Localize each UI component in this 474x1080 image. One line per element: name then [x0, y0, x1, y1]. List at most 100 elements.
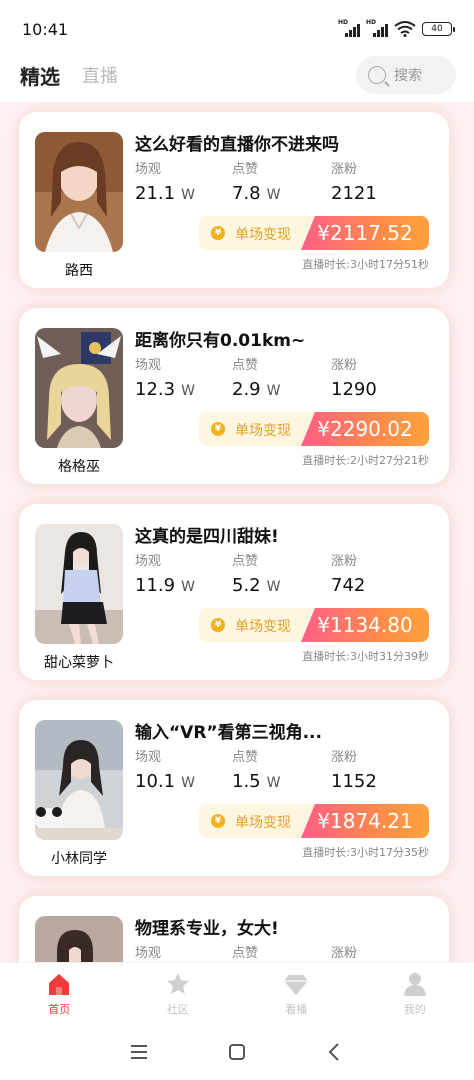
signal-icon: HD [338, 19, 360, 37]
card-title: 这真的是四川甜妹! [135, 527, 279, 547]
bottom-tab-bar: 首页 社区 看播 我的 [0, 962, 474, 1024]
tab-watch[interactable]: 看播 [256, 971, 336, 1017]
top-nav: 精选 直播 搜索 [0, 52, 474, 98]
stat-views: 场观 10.1 W [135, 746, 195, 792]
monetize-bar: ¥ 单场变现 ¥2117.52 [199, 216, 429, 250]
stat-value: 1.5 [232, 771, 261, 792]
monetize-bar: ¥ 单场变现 ¥1874.21 [199, 804, 429, 838]
stat-unit: W [266, 579, 281, 595]
back-icon[interactable] [324, 1041, 346, 1063]
stat-views: 场观 11.9 W [135, 550, 195, 596]
stat-fans: 涨粉 2121 [331, 158, 377, 204]
battery-icon: 40 [422, 22, 455, 36]
search-placeholder: 搜索 [394, 68, 422, 84]
monetize-label: 单场变现 [235, 227, 291, 243]
stat-label: 点赞 [232, 162, 259, 177]
stat-label: 涨粉 [331, 554, 358, 569]
stat-label: 涨粉 [331, 750, 358, 765]
yen-coin-icon: ¥ [211, 618, 225, 632]
stat-unit: W [181, 579, 195, 595]
monetize-amount: ¥2290.02 [301, 412, 429, 446]
monetize-amount: ¥1874.21 [301, 804, 429, 838]
yen-coin-icon: ¥ [211, 422, 225, 436]
card-title: 这么好看的直播你不进来吗 [135, 135, 339, 155]
live-duration: 直播时长:3小时17分35秒 [302, 846, 429, 859]
stat-label: 点赞 [232, 554, 259, 569]
monetize-label: 单场变现 [235, 423, 291, 439]
stat-likes: 点赞 2.9 W [232, 354, 280, 400]
stat-value: 1152 [331, 771, 377, 792]
home-button-icon[interactable] [226, 1041, 248, 1063]
stat-views: 场观 12.3 W [135, 354, 195, 400]
stat-label: 场观 [135, 358, 162, 373]
monetize-label: 单场变现 [235, 815, 291, 831]
stat-fans: 涨粉 742 [331, 550, 365, 596]
tab-live[interactable]: 直播 [82, 62, 118, 88]
monetize-bar: ¥ 单场变现 ¥1134.80 [199, 608, 429, 642]
tab-home-label: 首页 [48, 1002, 71, 1016]
tab-mine[interactable]: 我的 [375, 971, 455, 1017]
menu-icon[interactable] [128, 1041, 150, 1063]
stat-likes: 点赞 7.8 W [232, 158, 280, 204]
live-card[interactable]: 甜心菜萝卜 这真的是四川甜妹! 场观 11.9 W 点赞 5.2 W 涨粉 742 … [19, 504, 449, 680]
live-feed: 路西 这么好看的直播你不进来吗 场观 21.1 W 点赞 7.8 W 涨粉 2121… [0, 102, 474, 962]
live-card[interactable]: 路西 这么好看的直播你不进来吗 场观 21.1 W 点赞 7.8 W 涨粉 2121… [19, 112, 449, 288]
anchor-avatar[interactable] [35, 916, 123, 962]
anchor-name: 格格巫 [58, 459, 100, 475]
card-title: 输入“VR”看第三视角... [135, 723, 322, 743]
status-time: 10:41 [22, 19, 69, 39]
yen-coin-icon: ¥ [211, 226, 225, 240]
home-icon [49, 973, 70, 995]
diamond-icon [284, 974, 309, 995]
stat-value: 12.3 [135, 379, 176, 400]
stat-value: 742 [331, 575, 366, 596]
stat-fans: 涨粉 1290 [331, 354, 377, 400]
stat-unit: W [266, 187, 281, 203]
stat-fans: 涨粉 1152 [331, 746, 377, 792]
stat-unit: W [181, 187, 195, 203]
battery-level: 40 [431, 24, 443, 34]
anchor-name: 小林同学 [51, 851, 107, 867]
stat-label: 涨粉 [331, 162, 358, 177]
monetize-amount: ¥1134.80 [301, 608, 429, 642]
stat-label: 场观 [135, 946, 162, 961]
search-button[interactable]: 搜索 [356, 56, 456, 94]
star-icon [166, 972, 189, 994]
stat-label: 场观 [135, 554, 162, 569]
live-card[interactable]: 小林同学 输入“VR”看第三视角... 场观 10.1 W 点赞 1.5 W 涨粉 … [19, 700, 449, 876]
anchor-photo [35, 916, 123, 962]
card-title: 距离你只有0.01km~ [135, 331, 306, 351]
card-title: 物理系专业，女大! [135, 919, 279, 939]
stat-value: 5.2 [232, 575, 261, 596]
live-card[interactable]: 物理系专业，女大! 场观 点赞 涨粉 [19, 896, 449, 962]
stat-unit: W [181, 383, 195, 399]
anchor-avatar[interactable] [35, 524, 123, 644]
status-bar: 10:41 HD HD 40 [0, 0, 474, 58]
anchor-avatar[interactable] [35, 328, 123, 448]
stat-value: 11.9 [135, 575, 176, 596]
stat-views: 场观 21.1 W [135, 158, 195, 204]
stat-views: 场观 [135, 942, 161, 961]
stat-likes: 点赞 1.5 W [232, 746, 280, 792]
search-icon [368, 66, 386, 84]
anchor-avatar[interactable] [35, 132, 123, 252]
stat-likes: 点赞 5.2 W [232, 550, 280, 596]
stat-label: 场观 [135, 162, 162, 177]
tab-mine-label: 我的 [403, 1002, 426, 1016]
tab-home[interactable]: 首页 [19, 971, 99, 1017]
anchor-avatar[interactable] [35, 720, 123, 840]
monetize-bar: ¥ 单场变现 ¥2290.02 [199, 412, 429, 446]
tab-selected[interactable]: 精选 [20, 61, 60, 90]
anchor-photo [35, 720, 123, 840]
tab-community[interactable]: 社区 [138, 971, 218, 1017]
stat-label: 涨粉 [331, 946, 358, 961]
stat-label: 点赞 [232, 358, 259, 373]
stat-label: 场观 [135, 750, 162, 765]
stat-likes: 点赞 [232, 942, 258, 961]
stat-value: 10.1 [135, 771, 176, 792]
wifi-icon [394, 21, 416, 37]
yen-coin-icon: ¥ [211, 814, 225, 828]
live-card[interactable]: 格格巫 距离你只有0.01km~ 场观 12.3 W 点赞 2.9 W 涨粉 129… [19, 308, 449, 484]
anchor-photo [35, 132, 123, 252]
stat-value: 7.8 [232, 183, 261, 204]
